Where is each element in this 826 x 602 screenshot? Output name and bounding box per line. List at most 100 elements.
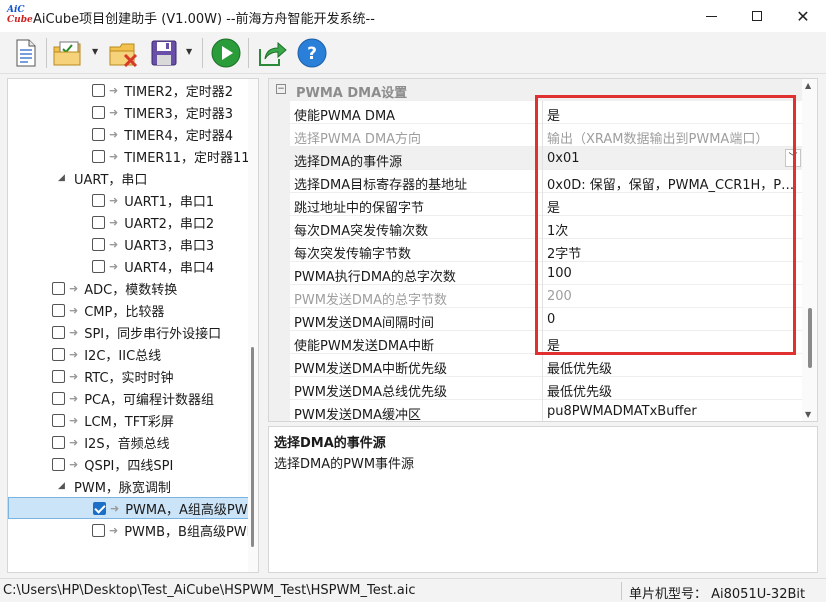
property-row[interactable]: 每次突发传输字节数 2字节 [290,239,803,262]
tree-item-checkbox[interactable] [52,325,65,339]
property-value[interactable]: 最低优先级 [547,358,797,377]
tree-item[interactable]: ➜ TIMER4，定时器4 [8,123,252,145]
tree-item[interactable]: ➜ LCM，TFT彩屏 [8,409,252,431]
property-row[interactable]: 跳过地址中的保留字节 是 [290,193,803,216]
tree-item-checkbox[interactable] [92,149,105,163]
scroll-down-icon[interactable]: ▼ [805,410,811,419]
property-name: 使能PWMA DMA [294,109,396,124]
tree-item-checkbox[interactable] [52,303,65,317]
tree-item[interactable]: ➜ TIMER11，定时器11 [8,145,252,167]
property-row[interactable]: 使能PWMA DMA 是 [290,101,803,124]
tree-item[interactable]: ➜ PWMA，A组高级PWM [8,497,258,519]
tree-item[interactable]: ➜ UART3，串口3 [8,233,252,255]
run-button[interactable] [210,37,242,69]
property-value[interactable]: 最低优先级 [547,381,797,400]
grid-scroll-thumb[interactable] [808,308,812,368]
new-document-button[interactable] [10,37,42,69]
tree-item-checkbox[interactable] [92,127,105,141]
collapse-toggle-icon[interactable]: − [276,84,286,94]
chevron-down-icon[interactable]: ▼ [186,47,192,56]
tree-item-label: SPI，同步串行外设接口 [84,326,222,342]
tree-item[interactable]: ➜ TIMER3，定时器3 [8,101,252,123]
tree-item-checkbox[interactable] [92,215,105,229]
chip-model: 单片机型号： Ai8051U-32Bit [629,587,806,602]
tree-item[interactable]: ➜ UART4，串口4 [8,255,252,277]
tree-item-checkbox[interactable] [92,523,105,537]
tree-item-checkbox[interactable] [52,391,65,405]
arrow-right-icon: ➜ [109,237,119,251]
property-row[interactable]: 使能PWM发送DMA中断 是 [290,331,803,354]
property-value[interactable]: 0 [547,312,797,327]
tree-item-checkbox[interactable] [52,435,65,449]
property-value[interactable]: 是 [547,335,797,354]
tree-item-checkbox[interactable] [52,369,65,383]
tree-item-checkbox[interactable] [92,259,105,273]
property-value[interactable]: 1次 [547,220,797,239]
property-row[interactable]: PWMA执行DMA的总字次数 100 [290,262,803,285]
tree-item-checkbox[interactable] [52,347,65,361]
peripheral-tree[interactable]: ➜ TIMER2，定时器2 ➜ TIMER3，定时器3 ➜ TIMER4，定时器4 ➜ TIM… [7,78,259,573]
tree-item-label: UART2，串口2 [124,216,215,232]
tree-item[interactable]: ➜ UART1，串口1 [8,189,252,211]
tree-item[interactable]: ➜ RTC，实时时钟 [8,365,252,387]
tree-item-checkbox[interactable] [92,105,105,119]
tree-scroll-thumb[interactable] [251,347,254,547]
close-button[interactable]: ✕ [780,0,826,32]
tree-item[interactable]: ➜ PWMB，B组高级PWM [8,519,258,541]
property-row[interactable]: PWM发送DMA间隔时间 0 [290,308,803,331]
column-divider [542,147,543,170]
property-value[interactable]: 0x0D: 保留，保留，PWMA_CCR1H，PWMA_CCR1L [547,174,797,193]
open-project-button[interactable] [52,37,84,69]
tree-item-checkbox[interactable] [92,237,105,251]
property-row[interactable]: 选择PWMA DMA方向 输出（XRAM数据输出到PWMA端口） [290,124,803,147]
property-value[interactable]: 0x01 [547,151,797,166]
tree-item[interactable]: ➜ PCA，可编程计数器组 [8,387,252,409]
minimize-button[interactable] [688,0,734,32]
tree-item[interactable]: ➜ I2C，IIC总线 [8,343,252,365]
close-project-button[interactable] [108,37,140,69]
tree-item[interactable]: ➜ CMP，比较器 [8,299,252,321]
tree-item[interactable]: ➜ QSPI，四线SPI [8,453,252,475]
maximize-button[interactable] [734,0,780,32]
property-value[interactable]: pu8PWMADMATxBuffer [547,404,797,419]
property-value[interactable]: 100 [547,266,797,281]
save-button[interactable] [148,37,180,69]
tree-item[interactable]: ➜ TIMER2，定时器2 [8,79,252,101]
tree-item[interactable]: ➜ SPI，同步串行外设接口 [8,321,252,343]
grid-scrollbar[interactable]: ▲ ▼ [802,79,817,421]
tree-item-label: TIMER3，定时器3 [124,106,233,122]
help-button[interactable]: ? [296,37,328,69]
tree-item[interactable]: ➜ ADC，模数转换 [8,277,252,299]
property-value[interactable]: 2字节 [547,243,797,262]
tree-item-checkbox[interactable] [93,501,106,515]
expand-toggle-icon[interactable]: ◢ [58,481,70,491]
grid-category-header[interactable]: − PWMA DMA设置 [269,79,803,101]
property-value[interactable]: 是 [547,197,797,216]
property-row[interactable]: PWM发送DMA缓冲区 pu8PWMADMATxBuffer [290,400,803,421]
property-row[interactable]: 选择DMA的事件源 0x01 ﹀ [290,147,803,170]
tree-item-checkbox[interactable] [52,281,65,295]
dropdown-chevron-icon[interactable]: ﹀ [785,149,801,167]
tree-group-node[interactable]: ◢ UART，串口 [8,167,252,189]
tree-item[interactable]: ➜ I2S，音频总线 [8,431,252,453]
property-row[interactable]: PWM发送DMA总线优先级 最低优先级 [290,377,803,400]
tree-item-checkbox[interactable] [92,193,105,207]
property-row[interactable]: 每次DMA突发传输次数 1次 [290,216,803,239]
tree-item-checkbox[interactable] [52,457,65,471]
chevron-down-icon[interactable]: ▼ [92,47,98,56]
tree-item[interactable]: ➜ UART2，串口2 [8,211,252,233]
checklist-folder-icon [53,41,81,66]
property-row[interactable]: 选择DMA目标寄存器的基地址 0x0D: 保留，保留，PWMA_CCR1H，PWM… [290,170,803,193]
property-grid[interactable]: − PWMA DMA设置 使能PWMA DMA 是选择PWMA DMA方向 输出（X… [268,78,818,422]
expand-toggle-icon[interactable]: ◢ [58,173,70,183]
tree-item-checkbox[interactable] [52,413,65,427]
tree-scrollbar[interactable] [248,79,258,572]
export-button[interactable] [256,37,288,69]
property-value[interactable]: 是 [547,105,797,124]
column-divider [542,101,543,124]
property-row[interactable]: PWM发送DMA的总字节数 200 [290,285,803,308]
scroll-up-icon[interactable]: ▲ [805,81,811,90]
tree-item-checkbox[interactable] [92,83,105,97]
tree-group-node[interactable]: ◢ PWM，脉宽调制 [8,475,252,497]
property-row[interactable]: PWM发送DMA中断优先级 最低优先级 [290,354,803,377]
